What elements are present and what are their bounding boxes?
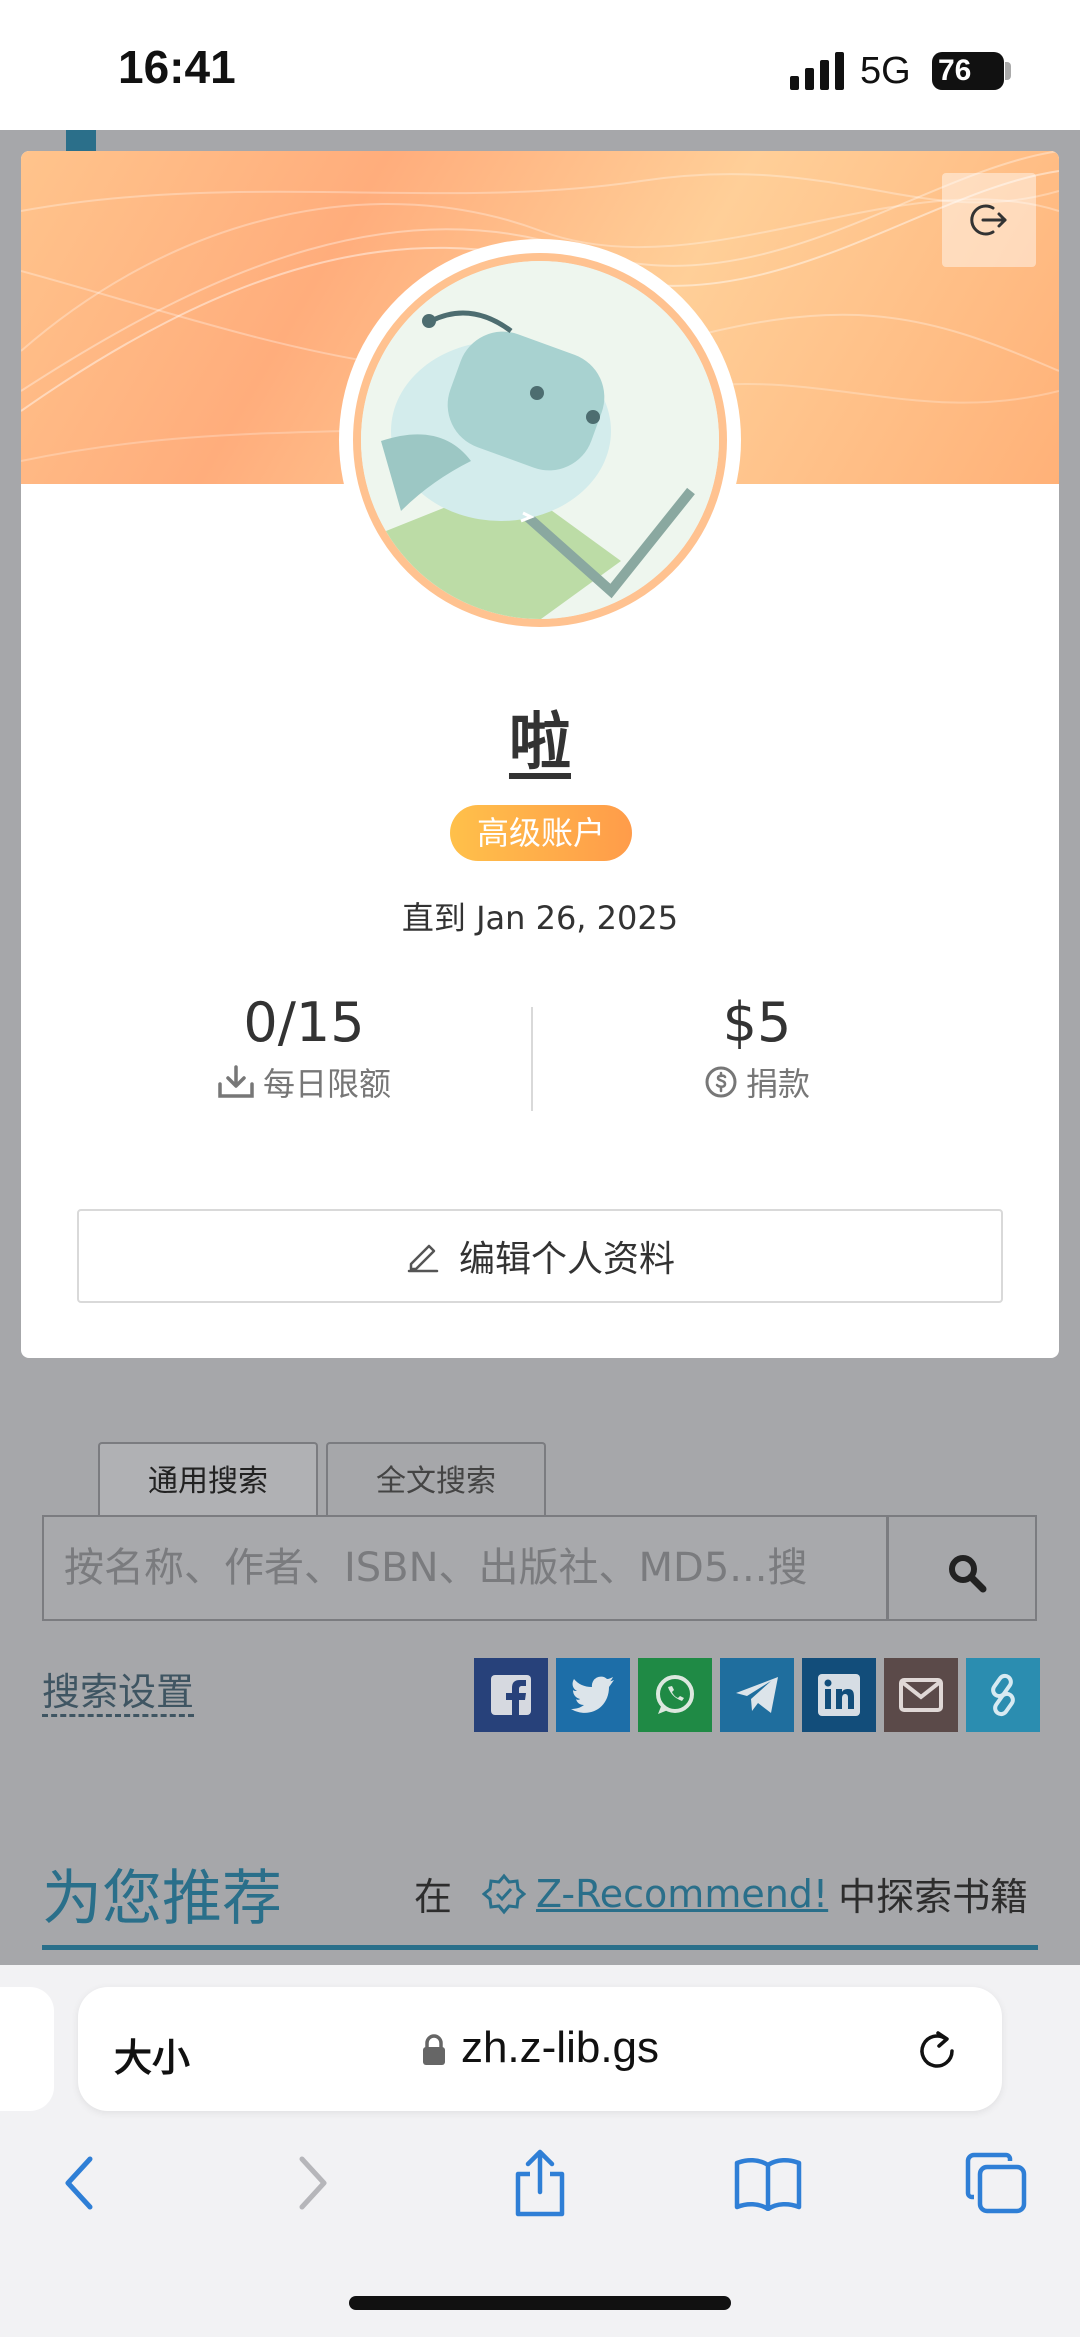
battery-cap [1005,62,1011,80]
search-input[interactable] [44,1517,886,1619]
expiry-date: 直到 Jan 26, 2025 [401,899,679,937]
recommend-prefix: 在 [414,1875,453,1919]
status-time: 16:41 [118,41,236,93]
edit-icon [407,1244,439,1273]
daily-quota-label: 每日限额 [262,1065,391,1103]
linkedin-icon [818,1674,860,1716]
edit-profile-button[interactable]: 编辑个人资料 [77,1209,1003,1303]
stat-divider [531,1007,533,1111]
tab-general-search[interactable]: 通用搜索 [98,1442,318,1518]
facebook-icon [491,1675,531,1717]
reload-icon[interactable] [914,2025,962,2075]
linkedin-share-button[interactable] [802,1658,876,1732]
copy-link-button[interactable] [966,1658,1040,1732]
download-icon [218,1065,254,1098]
twitter-share-button[interactable] [556,1658,630,1732]
daily-quota-value: 0/15 [243,991,365,1054]
signal-icon [790,52,844,90]
email-share-button[interactable] [884,1658,958,1732]
twitter-icon [571,1676,614,1713]
chevron-left-icon [65,2156,93,2210]
previous-tab-preview[interactable] [0,1987,54,2111]
url-display[interactable]: zh.z-lib.gs [78,2023,1002,2073]
email-icon [899,1678,943,1712]
badge-check-icon [482,1873,527,1914]
search-settings-link[interactable]: 搜索设置 [42,1670,195,1717]
recommend-explore: 在 Z-Recommend! 中探索书籍 [414,1866,1028,1921]
donation-label-row: 捐款 [607,1059,907,1105]
tab-fulltext-search[interactable]: 全文搜索 [326,1442,546,1518]
whatsapp-share-button[interactable] [638,1658,712,1732]
username-text: 啦 [508,705,571,778]
lock-icon [422,2034,445,2066]
donation-value: $5 [722,991,792,1054]
search-button[interactable] [887,1515,1037,1621]
telegram-icon [736,1677,778,1713]
dollar-circle-icon [705,1066,737,1098]
recommend-suffix: 中探索书籍 [838,1875,1029,1919]
logout-icon [970,204,1007,236]
telegram-share-button[interactable] [720,1658,794,1732]
share-icon [515,2149,565,2217]
bookmarks-button[interactable] [728,2143,808,2223]
recommend-underline [42,1945,1038,1950]
daily-quota-stat: 0/15 每日限额 [154,991,454,1105]
avatar[interactable] [339,239,741,641]
back-button[interactable] [40,2143,120,2223]
url-text: zh.z-lib.gs [460,2023,660,2072]
browser-nav [0,2143,1080,2243]
link-icon [991,1673,1015,1717]
book-icon [734,2158,802,2211]
premium-badge: 高级账户 [450,805,632,861]
share-button[interactable] [500,2143,580,2223]
edit-profile-label: 编辑个人资料 [458,1239,675,1280]
home-indicator [349,2296,731,2310]
share-buttons [474,1658,1040,1732]
avatar-image [353,253,727,627]
profile-card: 啦 高级账户 直到 Jan 26, 2025 0/15 每日限额 $5 捐款 编… [21,151,1059,1358]
search-box [42,1515,888,1621]
network-type: 5G [860,50,911,92]
tabs-icon [965,2152,1027,2214]
tabs-button[interactable] [956,2143,1036,2223]
recommend-title: 为您推荐 [42,1864,282,1934]
donation-stat: $5 捐款 [607,991,907,1105]
chevron-right-icon [299,2156,327,2210]
z-recommend-link[interactable]: Z-Recommend! [536,1872,828,1916]
daily-quota-label-row: 每日限额 [154,1059,454,1105]
whatsapp-icon [656,1675,694,1714]
robot-reading-illustration [361,261,719,619]
logout-button[interactable] [942,173,1036,267]
status-bar: 16:41 5G 76 [0,0,1080,130]
donation-label: 捐款 [745,1065,810,1103]
search-icon [949,1555,987,1593]
address-bar[interactable]: 大小 zh.z-lib.gs [78,1987,1002,2111]
battery-icon: 76 [932,52,1004,90]
username[interactable]: 啦 [21,691,1059,781]
forward-button[interactable] [272,2143,352,2223]
browser-toolbar: 大小 zh.z-lib.gs [0,1965,1080,2337]
facebook-share-button[interactable] [474,1658,548,1732]
